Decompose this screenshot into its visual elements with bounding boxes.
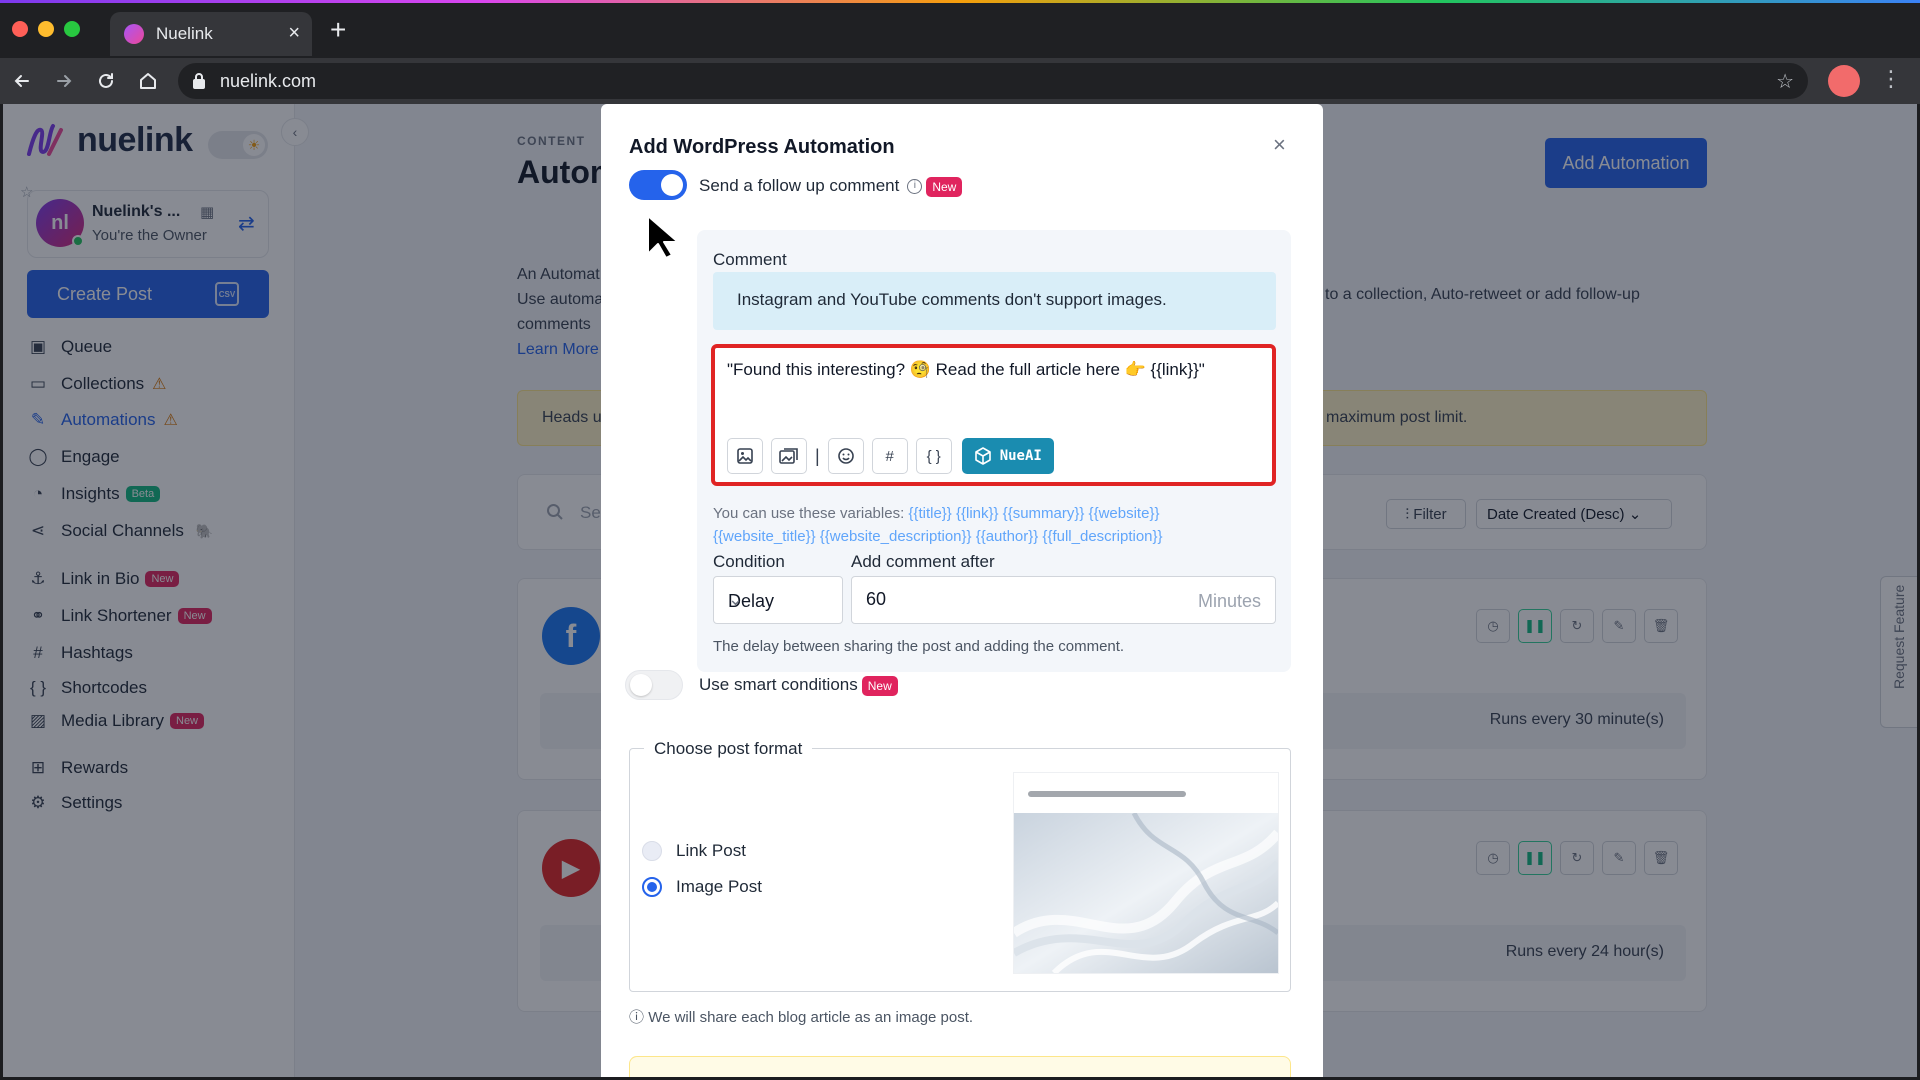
tab-close-icon[interactable]: × [288, 22, 300, 45]
cube-icon [974, 447, 991, 465]
condition-select[interactable]: Delay ⌄ [713, 576, 843, 624]
hashtag-icon[interactable]: # [871, 438, 908, 474]
toggle-knob [661, 174, 683, 196]
post-format-preview [1014, 773, 1278, 973]
emoji-icon[interactable] [827, 438, 864, 474]
comment-label: Comment [713, 250, 787, 269]
variables-list: {{website_title}} {{website_description}… [713, 528, 1163, 545]
new-tab-icon[interactable]: + [330, 16, 346, 44]
followup-comment-panel: Comment Instagram and YouTube comments d… [697, 230, 1291, 672]
toolbar-separator: | [815, 445, 820, 466]
app-viewport: nuelink ☀ ‹ ☆ nl Nuelink's ... You're th… [3, 104, 1917, 1077]
variables-intro: You can use these variables: [713, 505, 905, 522]
link-post-label: Link Post [676, 841, 746, 860]
new-badge: New [861, 675, 898, 696]
browser-tab[interactable]: Nuelink × [110, 12, 312, 56]
profile-avatar[interactable] [1828, 65, 1860, 97]
forward-icon[interactable] [50, 67, 78, 95]
condition-label: Condition [713, 552, 785, 571]
smart-conditions-toggle[interactable] [625, 670, 683, 700]
smart-conditions-label: Use smart conditions New [699, 675, 898, 696]
back-icon[interactable] [8, 67, 36, 95]
preview-title-placeholder [1028, 791, 1186, 797]
post-format-help: ⓘ We will share each blog article as an … [629, 1006, 973, 1027]
new-badge: New [926, 176, 963, 197]
toggle-knob [630, 674, 652, 696]
followup-comment-toggle[interactable] [629, 170, 687, 200]
modal-title: Add WordPress Automation [629, 136, 895, 158]
preview-image [1014, 813, 1278, 973]
address-bar[interactable]: nuelink.com ☆ [178, 63, 1808, 99]
reload-icon[interactable] [92, 67, 120, 95]
lock-icon [192, 72, 206, 95]
browser-toolbar: nuelink.com ☆ ⋮ [0, 58, 1920, 104]
delay-minutes-input[interactable] [866, 589, 1166, 610]
nueai-button[interactable]: NueAI [961, 438, 1054, 474]
delay-minutes-field[interactable]: Minutes [851, 576, 1276, 624]
minutes-unit: Minutes [1197, 591, 1261, 611]
info-banner-text: Instagram and YouTube comments don't sup… [737, 290, 1167, 309]
smart-conditions-text: Use smart conditions [699, 675, 858, 694]
close-icon[interactable]: × [1273, 132, 1286, 158]
minimize-window-button[interactable] [38, 21, 54, 37]
chevron-down-icon: ⌄ [728, 589, 744, 609]
delay-help-text: The delay between sharing the post and a… [713, 638, 1125, 655]
image-post-radio[interactable] [642, 877, 662, 897]
bookmark-star-icon[interactable]: ☆ [1776, 69, 1794, 94]
link-post-radio[interactable] [642, 841, 662, 861]
variables-help: You can use these variables: {{title}} {… [713, 502, 1283, 548]
bottom-notice [629, 1056, 1291, 1077]
info-banner: Instagram and YouTube comments don't sup… [713, 272, 1276, 330]
followup-label-text: Send a follow up comment [699, 176, 900, 195]
mouse-cursor-icon [647, 215, 679, 259]
home-icon[interactable] [134, 67, 162, 95]
add-wordpress-automation-modal: Add WordPress Automation × Send a follow… [601, 104, 1323, 1077]
post-format-fieldset: Choose post format Link Post Image Post [629, 739, 1291, 992]
variables-braces-icon[interactable]: { } [915, 438, 952, 474]
url-text: nuelink.com [220, 71, 317, 91]
followup-comment-label: Send a follow up comment i New [699, 176, 963, 197]
info-icon[interactable]: i [907, 179, 923, 195]
comment-editor[interactable]: "Found this interesting? 🧐 Read the full… [711, 344, 1276, 486]
browser-menu-icon[interactable]: ⋮ [1880, 66, 1902, 92]
nueai-label: NueAI [999, 448, 1042, 464]
post-format-legend: Choose post format [644, 739, 813, 759]
variables-list: {{title}} {{link}} {{summary}} {{website… [908, 505, 1160, 522]
tab-title: Nuelink [156, 24, 213, 43]
image-post-label: Image Post [676, 877, 762, 896]
post-format-help-text: We will share each blog article as an im… [648, 1009, 974, 1026]
close-window-button[interactable] [12, 21, 28, 37]
help-circle-icon: ⓘ [629, 1009, 645, 1026]
comment-textarea[interactable]: "Found this interesting? 🧐 Read the full… [727, 360, 1205, 380]
image-icon[interactable] [727, 438, 763, 474]
browser-chrome: Nuelink × + nuelink.com ☆ ⋮ [0, 0, 1920, 104]
image-post-option[interactable]: Image Post [642, 877, 762, 897]
editor-toolbar: | # { } NueAI [727, 438, 1054, 474]
media-library-icon[interactable] [771, 438, 807, 474]
link-post-option[interactable]: Link Post [642, 841, 746, 861]
favicon-icon [124, 24, 144, 44]
maximize-window-button[interactable] [64, 21, 80, 37]
window-accent-line [0, 0, 1920, 3]
add-comment-after-label: Add comment after [851, 552, 995, 571]
